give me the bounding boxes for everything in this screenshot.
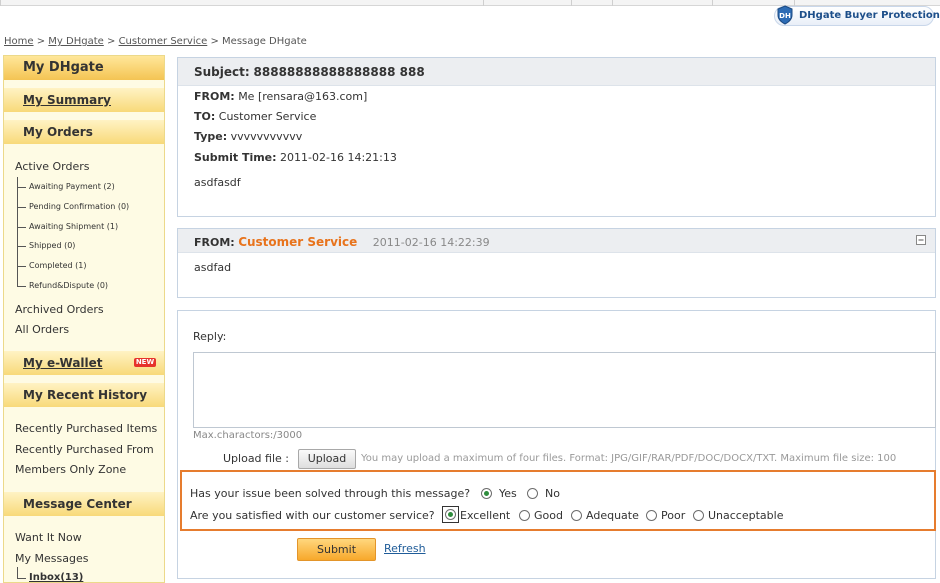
top-strip-segment (571, 0, 572, 6)
subject-label: Subject: (194, 65, 250, 79)
top-strip-segment (0, 0, 1, 6)
top-strip-segment (483, 0, 484, 6)
breadcrumb-separator: > (36, 36, 46, 47)
radio-excellent[interactable] (445, 509, 456, 520)
sidebar-item-want-it-now[interactable]: Want It Now (15, 531, 82, 544)
sidebar-section-message-center[interactable]: Message Center (4, 492, 164, 516)
question-issue-solved: Has your issue been solved through this … (190, 487, 471, 500)
sidebar: My DHgate My Summary My Orders Active Or… (3, 55, 165, 583)
tree-tick (17, 207, 26, 208)
message-panel: Subject: 88888888888888888 888 FROM: Me … (177, 57, 936, 217)
collapse-icon[interactable] (916, 235, 926, 245)
response-panel: FROM: Customer Service 2011-02-16 14:22:… (177, 228, 936, 298)
sidebar-item-pending-confirmation[interactable]: Pending Confirmation (0) (29, 202, 129, 211)
sidebar-item-awaiting-payment[interactable]: Awaiting Payment (2) (29, 182, 115, 191)
shield-icon: DH (777, 5, 793, 25)
sidebar-item-inbox[interactable]: Inbox(13) (29, 572, 83, 583)
reply-panel (177, 310, 936, 579)
radio-adequate[interactable] (571, 510, 582, 521)
buyer-protection-label[interactable]: DHgate Buyer Protection (799, 10, 940, 21)
message-from: FROM: Me [rensara@163.com] (194, 90, 367, 103)
response-from-value: Customer Service (238, 235, 358, 249)
breadcrumb-current: Message DHgate (222, 36, 307, 47)
message-type: Type: vvvvvvvvvvv (194, 130, 302, 143)
radio-no[interactable] (527, 488, 538, 499)
new-badge: NEW (134, 358, 156, 367)
tree-tick (17, 286, 26, 287)
to-label: TO: (194, 110, 216, 123)
breadcrumb-my-dhgate[interactable]: My DHgate (48, 36, 104, 47)
breadcrumb: Home > My DHgate > Customer Service > Me… (4, 36, 307, 47)
reply-label: Reply: (193, 330, 227, 343)
tree-tick (17, 187, 26, 188)
response-from: FROM: Customer Service 2011-02-16 14:22:… (194, 235, 490, 249)
sidebar-item-my-summary[interactable]: My Summary (4, 88, 164, 112)
radio-yes-label[interactable]: Yes (499, 487, 517, 500)
tree-tick (17, 227, 26, 228)
sidebar-section-my-orders[interactable]: My Orders (4, 120, 164, 144)
tree-tick (17, 266, 26, 267)
sidebar-item-shipped[interactable]: Shipped (0) (29, 241, 75, 250)
to-value: Customer Service (218, 110, 317, 123)
sidebar-item-archived-orders[interactable]: Archived Orders (15, 303, 104, 316)
sidebar-item-awaiting-shipment[interactable]: Awaiting Shipment (1) (29, 222, 118, 231)
sidebar-item-refund-dispute[interactable]: Refund&Dispute (0) (29, 281, 108, 290)
tree-tick (17, 246, 26, 247)
radio-no-label[interactable]: No (545, 487, 560, 500)
sidebar-item-recently-purchased-items[interactable]: Recently Purchased Items (15, 422, 157, 435)
radio-poor-label[interactable]: Poor (661, 509, 685, 522)
upload-hint: You may upload a maximum of four files. … (361, 453, 897, 464)
reply-textarea[interactable] (193, 352, 936, 428)
sidebar-item-members-only-zone[interactable]: Members Only Zone (15, 463, 126, 476)
subject-value: 88888888888888888 888 (253, 65, 425, 79)
breadcrumb-separator: > (210, 36, 219, 47)
radio-poor[interactable] (646, 510, 657, 521)
message-to: TO: Customer Service (194, 110, 316, 123)
radio-unacceptable[interactable] (693, 510, 704, 521)
message-body: asdfasdf (194, 176, 241, 189)
submit-button[interactable]: Submit (297, 538, 376, 561)
radio-good-label[interactable]: Good (534, 509, 563, 522)
radio-yes[interactable] (481, 488, 492, 499)
sidebar-item-completed[interactable]: Completed (1) (29, 261, 87, 270)
tree-tick (17, 578, 26, 579)
time-value: 2011-02-16 14:21:13 (280, 151, 397, 164)
sidebar-title[interactable]: My DHgate (4, 56, 164, 80)
radio-unacceptable-label[interactable]: Unacceptable (708, 509, 783, 522)
message-time: Submit Time: 2011-02-16 14:21:13 (194, 151, 397, 164)
response-from-label: FROM: (194, 236, 235, 249)
response-time: 2011-02-16 14:22:39 (372, 236, 490, 249)
tree-line (17, 177, 18, 287)
question-satisfaction: Are you satisfied with our customer serv… (190, 509, 435, 522)
radio-adequate-label[interactable]: Adequate (586, 509, 639, 522)
upload-button[interactable]: Upload (298, 449, 356, 469)
breadcrumb-customer-service[interactable]: Customer Service (119, 36, 208, 47)
upload-file-label: Upload file : (223, 452, 289, 465)
sidebar-section-recent-history[interactable]: My Recent History (4, 383, 164, 407)
message-subject: Subject: 88888888888888888 888 (194, 65, 425, 79)
type-value: vvvvvvvvvvv (230, 130, 303, 143)
breadcrumb-separator: > (106, 36, 116, 47)
radio-excellent-label[interactable]: Excellent (460, 509, 510, 522)
sidebar-item-active-orders[interactable]: Active Orders (15, 160, 90, 173)
from-value: Me [rensara@163.com] (238, 90, 368, 103)
sidebar-item-all-orders[interactable]: All Orders (15, 323, 69, 336)
max-characters-note: Max.charactors:/3000 (193, 430, 303, 441)
breadcrumb-home[interactable]: Home (4, 36, 34, 47)
type-label: Type: (194, 130, 228, 143)
from-label: FROM: (194, 90, 235, 103)
top-strip-segment (712, 0, 713, 6)
sidebar-item-my-messages[interactable]: My Messages (15, 552, 88, 565)
response-body: asdfad (194, 261, 232, 274)
radio-good[interactable] (519, 510, 530, 521)
top-strip-segment (612, 0, 613, 6)
refresh-link[interactable]: Refresh (384, 542, 426, 555)
svg-text:DH: DH (779, 12, 791, 20)
sidebar-item-recently-purchased-from[interactable]: Recently Purchased From (15, 443, 154, 456)
time-label: Submit Time: (194, 151, 277, 164)
